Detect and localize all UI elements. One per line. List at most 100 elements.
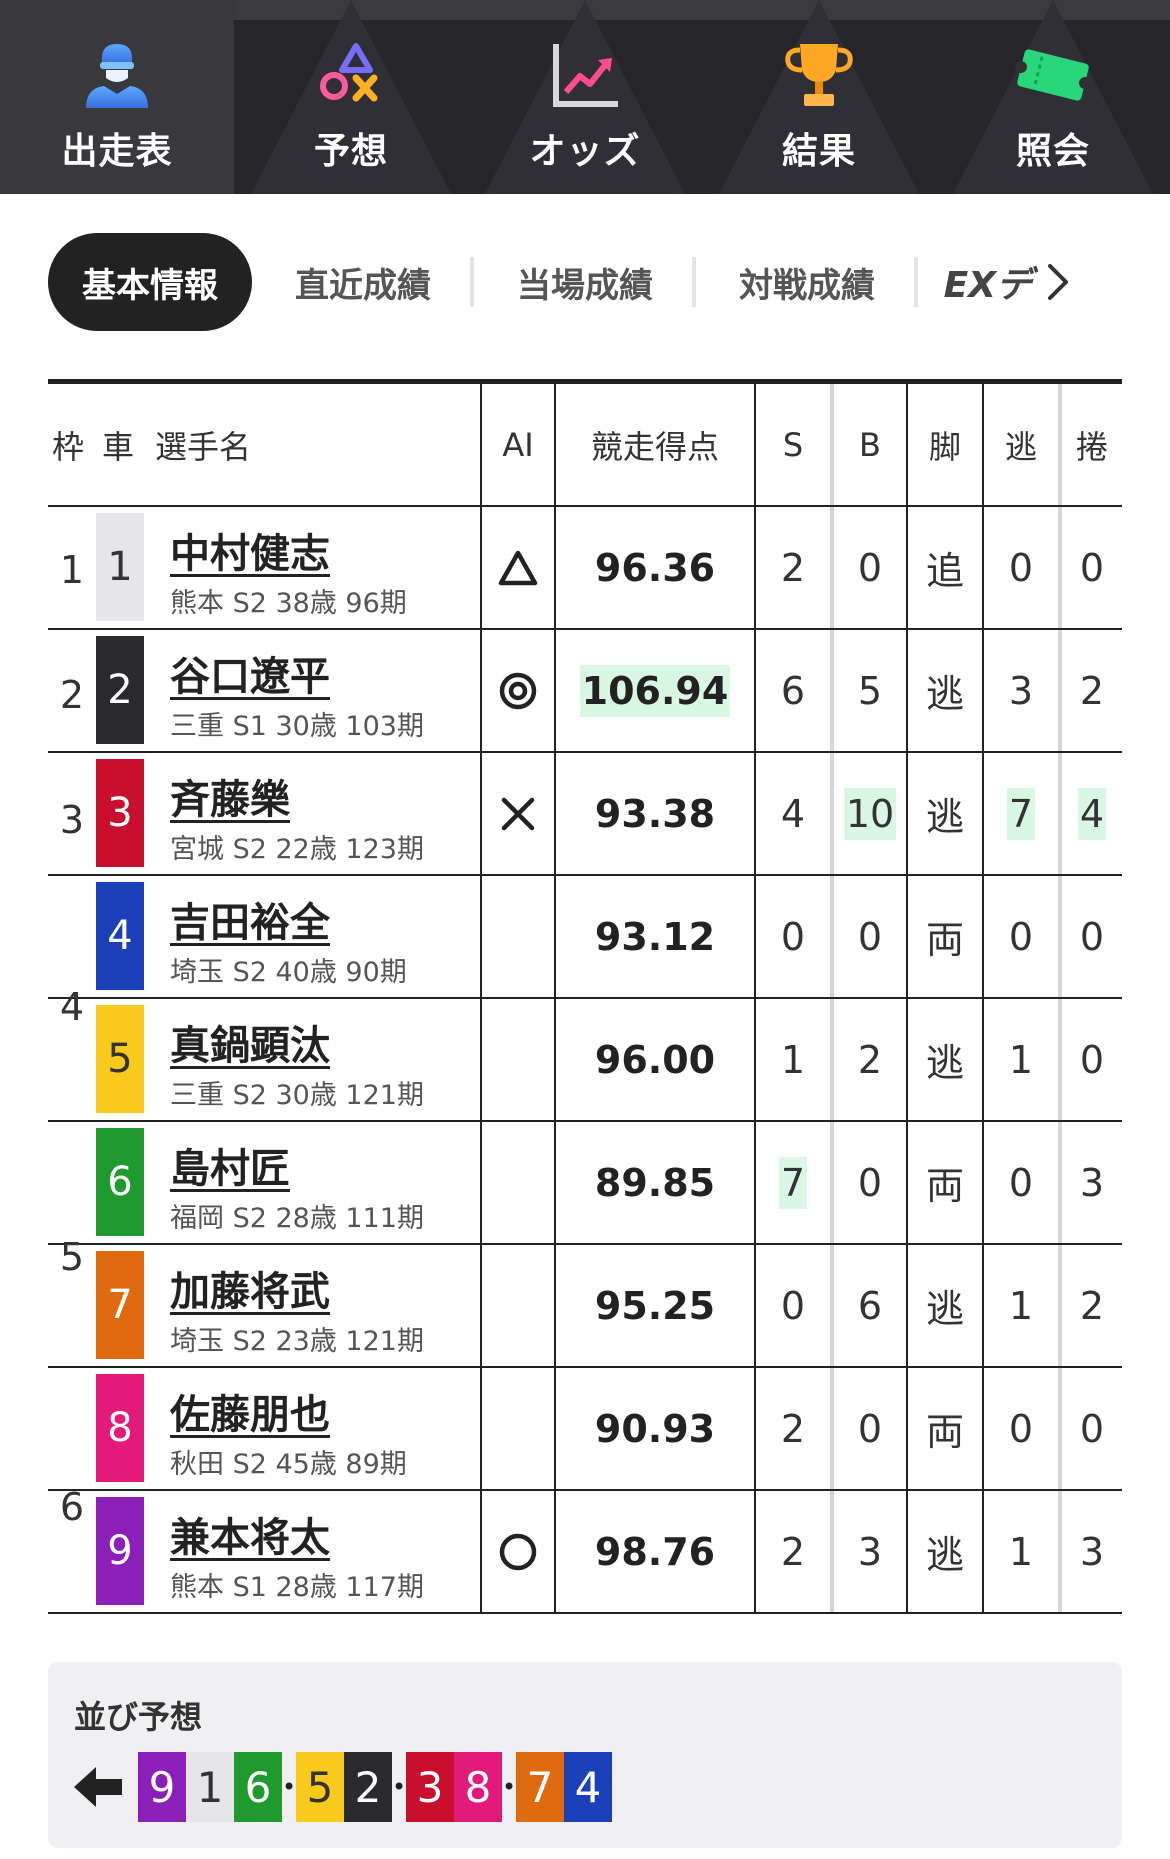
score-value: 98.76 — [594, 1529, 716, 1574]
subtab-basic-info[interactable]: 基本情報 — [48, 233, 252, 331]
player-name-link[interactable]: 加藤将武 — [170, 1259, 330, 1317]
score-value: 93.38 — [594, 791, 716, 836]
ai-mark — [482, 999, 554, 1120]
s-value: 2 — [780, 1529, 806, 1574]
makuri-cell: 0 — [1062, 999, 1122, 1120]
racer-icon — [86, 44, 148, 108]
nav-label: 予想 — [313, 131, 388, 172]
ai-mark — [482, 1122, 554, 1243]
nige-value: 3 — [1008, 668, 1034, 713]
s-cell: 6 — [756, 630, 830, 751]
player-name-link[interactable]: 兼本将太 — [170, 1505, 330, 1563]
s-cell: 2 — [756, 1491, 830, 1612]
line-separator: • — [502, 1773, 517, 1801]
player-name-link[interactable]: 谷口遼平 — [170, 644, 330, 702]
s-value: 1 — [780, 1037, 806, 1082]
player-name-link[interactable]: 島村匠 — [170, 1136, 290, 1194]
nav-label: 照会 — [1015, 131, 1090, 172]
arrow-left-icon — [74, 1767, 122, 1807]
waku-number: 5 — [59, 1235, 85, 1279]
ai-mark — [482, 876, 554, 997]
b-cell: 6 — [834, 1245, 906, 1366]
table-row: 8 佐藤朋也 秋田 S2 45歳 89期 90.93 2 0 両 0 0 — [48, 1368, 1122, 1491]
table-row: 1 中村健志 熊本 S2 38歳 96期 96.36 2 0 追 0 0 — [48, 507, 1122, 630]
ai-mark — [482, 1491, 554, 1612]
player-name-link[interactable]: 佐藤朋也 — [170, 1382, 330, 1440]
player-name-link[interactable]: 吉田裕全 — [170, 890, 330, 948]
nige-value: 0 — [1008, 1406, 1034, 1451]
car-number: 3 — [96, 759, 144, 867]
kyaku-value: 逃 — [925, 1041, 964, 1085]
nav-tab-odds[interactable]: オッズ — [468, 0, 702, 194]
line-prediction-panel: 並び予想 9 1 6 • 5 2 • 3 8 • 7 4 — [48, 1662, 1122, 1848]
header-b: B — [859, 425, 881, 464]
player-info: 福岡 S2 28歳 111期 — [170, 1203, 424, 1234]
line-car-box: 3 — [406, 1752, 454, 1822]
makuri-value: 3 — [1079, 1160, 1105, 1205]
s-cell: 2 — [756, 507, 830, 628]
player-info: 熊本 S2 38歳 96期 — [170, 588, 407, 619]
b-cell: 5 — [834, 630, 906, 751]
ticket-icon — [1014, 49, 1092, 101]
nige-cell: 0 — [984, 1368, 1058, 1489]
kyaku-value: 両 — [925, 1410, 964, 1454]
subtab-recent-results[interactable]: 直近成績 — [252, 233, 474, 331]
b-value: 10 — [843, 787, 897, 840]
s-cell: 2 — [756, 1368, 830, 1489]
s-value: 6 — [780, 668, 806, 713]
table-row: 5 真鍋顕汰 三重 S2 30歳 121期 96.00 1 2 逃 1 0 — [48, 999, 1122, 1122]
player-info: 宮城 S2 22歳 123期 — [170, 834, 424, 865]
line-car-box: 1 — [186, 1752, 234, 1822]
nige-cell: 7 — [984, 753, 1058, 874]
ai-mark — [482, 1368, 554, 1489]
s-value: 0 — [780, 1283, 806, 1328]
ai-mark — [482, 507, 554, 628]
nav-tab-prediction[interactable]: 予想 — [234, 0, 468, 194]
score-cell: 90.93 — [556, 1368, 754, 1489]
nige-value: 0 — [1008, 914, 1034, 959]
player-name-link[interactable]: 中村健志 — [170, 521, 330, 579]
chevron-right-icon[interactable] — [1038, 233, 1078, 331]
player-info: 三重 S1 30歳 103期 — [170, 711, 424, 742]
car-number: 4 — [96, 882, 144, 990]
kyaku-cell: 両 — [908, 1368, 982, 1489]
nav-tab-results[interactable]: 結果 — [702, 0, 936, 194]
nige-value: 1 — [1008, 1037, 1034, 1082]
s-value: 7 — [778, 1156, 808, 1209]
b-cell: 2 — [834, 999, 906, 1120]
waku-number: 3 — [59, 797, 85, 842]
nav-tab-inquiry[interactable]: 照会 — [936, 0, 1170, 194]
player-name-link[interactable]: 真鍋顕汰 — [170, 1013, 330, 1071]
player-name-link[interactable]: 斉藤樂 — [170, 767, 290, 825]
car-number: 2 — [96, 636, 144, 744]
player-info: 熊本 S1 28歳 117期 — [170, 1572, 424, 1603]
s-value: 2 — [780, 545, 806, 590]
b-value: 6 — [857, 1283, 883, 1328]
kyaku-cell: 追 — [908, 507, 982, 628]
line-separator: • — [392, 1773, 407, 1801]
s-cell: 0 — [756, 876, 830, 997]
b-cell: 0 — [834, 507, 906, 628]
b-value: 5 — [857, 668, 883, 713]
makuri-cell: 4 — [1062, 753, 1122, 874]
score-value: 89.85 — [594, 1160, 716, 1205]
subtab-venue-results[interactable]: 当場成績 — [474, 233, 696, 331]
car-number: 8 — [96, 1374, 144, 1482]
s-cell: 1 — [756, 999, 830, 1120]
makuri-value: 0 — [1079, 1037, 1105, 1082]
subtab-ex-data[interactable]: EXデ — [918, 233, 1038, 331]
s-value: 2 — [780, 1406, 806, 1451]
nige-value: 0 — [1008, 1160, 1034, 1205]
subtab-head-to-head[interactable]: 対戦成績 — [696, 233, 918, 331]
kyaku-cell: 逃 — [908, 1245, 982, 1366]
nige-value: 7 — [1006, 787, 1036, 840]
kyaku-value: 逃 — [925, 1287, 964, 1331]
nige-value: 1 — [1008, 1283, 1034, 1328]
waku-number: 6 — [59, 1485, 85, 1529]
score-cell: 89.85 — [556, 1122, 754, 1243]
nav-tab-entry-table[interactable]: 出走表 — [0, 0, 234, 194]
car-number: 5 — [96, 1005, 144, 1113]
b-cell: 3 — [834, 1491, 906, 1612]
score-value: 96.00 — [594, 1037, 716, 1082]
nige-cell: 1 — [984, 1245, 1058, 1366]
